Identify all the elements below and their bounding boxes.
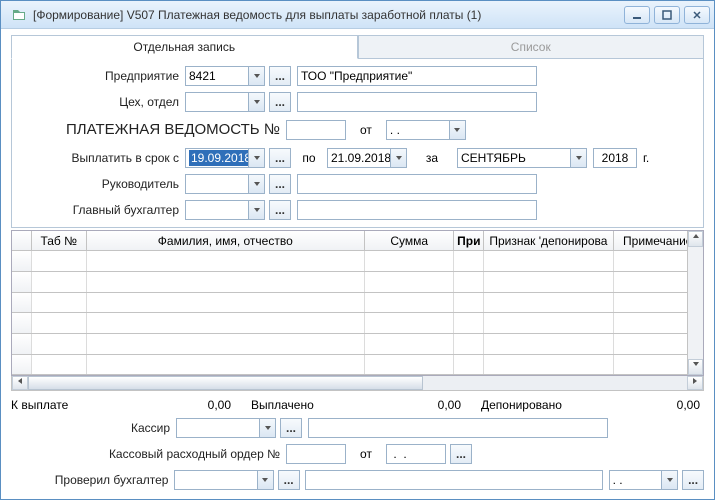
- date-from-picker[interactable]: 19.09.2018: [185, 148, 265, 168]
- month-combo[interactable]: СЕНТЯБРЬ: [457, 148, 587, 168]
- checked-name-input[interactable]: [305, 470, 602, 490]
- col-pri[interactable]: При: [454, 231, 484, 251]
- table-row[interactable]: [12, 293, 703, 314]
- checked-date-picker[interactable]: . .: [609, 470, 679, 490]
- label-deposited: Депонировано: [461, 398, 571, 412]
- close-button[interactable]: [684, 6, 710, 24]
- manager-code-combo[interactable]: [185, 174, 265, 194]
- enterprise-lookup-button[interactable]: ...: [269, 66, 291, 86]
- label-dept: Цех, отдел: [20, 95, 185, 109]
- window-buttons: [624, 6, 710, 24]
- maximize-button[interactable]: [654, 6, 680, 24]
- chevron-down-icon: [449, 121, 465, 139]
- content-area: Отдельная запись Список Предприятие 8421…: [1, 29, 714, 499]
- value-paid: 0,00: [321, 398, 461, 412]
- dept-lookup-button[interactable]: ...: [269, 92, 291, 112]
- label-paid: Выплачено: [231, 398, 321, 412]
- label-checked: Проверил бухгалтер: [11, 473, 174, 487]
- value-to-pay: 0,00: [91, 398, 231, 412]
- label-manager: Руководитель: [20, 177, 185, 191]
- chief-name-input[interactable]: [297, 200, 537, 220]
- checked-code-combo[interactable]: [174, 470, 273, 490]
- chevron-down-icon: [257, 471, 273, 489]
- chevron-down-icon: [248, 175, 264, 193]
- data-grid[interactable]: Таб № Фамилия, имя, отчество Сумма При П…: [11, 230, 704, 376]
- label-cashier: Кассир: [11, 421, 176, 435]
- chevron-down-icon: [661, 471, 677, 489]
- label-to-pay: К выплате: [11, 398, 91, 412]
- chevron-down-icon: [248, 67, 264, 85]
- scroll-right-button[interactable]: [687, 376, 703, 390]
- label-for: за: [407, 151, 457, 165]
- label-from-date: от: [346, 123, 386, 137]
- col-fio[interactable]: Фамилия, имя, отчество: [87, 231, 365, 251]
- vertical-scrollbar[interactable]: [687, 231, 703, 375]
- chevron-down-icon: [248, 149, 264, 167]
- minimize-button[interactable]: [624, 6, 650, 24]
- table-row[interactable]: [12, 251, 703, 272]
- tab-list[interactable]: Список: [358, 35, 705, 59]
- order-no-input[interactable]: [286, 444, 346, 464]
- chevron-down-icon: [570, 149, 586, 167]
- scroll-left-button[interactable]: [12, 376, 28, 390]
- label-enterprise: Предприятие: [20, 69, 185, 83]
- manager-lookup-button[interactable]: ...: [269, 174, 291, 194]
- chevron-down-icon: [248, 201, 264, 219]
- order-date-input[interactable]: [386, 444, 446, 464]
- horizontal-scrollbar[interactable]: [11, 376, 704, 391]
- bottom-area: Кассир ... Кассовый расходный ордер № от…: [11, 417, 704, 491]
- enterprise-code-combo[interactable]: 8421: [185, 66, 265, 86]
- table-row[interactable]: [12, 334, 703, 355]
- year-input[interactable]: [593, 148, 637, 168]
- chevron-down-icon: [259, 419, 275, 437]
- window-title: [Формирование] V507 Платежная ведомость …: [33, 8, 624, 22]
- col-tab-no[interactable]: Таб №: [32, 231, 87, 251]
- manager-name-input[interactable]: [297, 174, 537, 194]
- tab-bar: Отдельная запись Список: [11, 35, 704, 59]
- document-heading: ПЛАТЕЖНАЯ ВЕДОМОСТЬ №: [66, 121, 280, 138]
- cashier-name-input[interactable]: [308, 418, 608, 438]
- scroll-up-button[interactable]: [688, 231, 703, 247]
- label-order-from: от: [346, 447, 386, 461]
- order-lookup-button[interactable]: ...: [450, 444, 472, 464]
- table-row[interactable]: [12, 313, 703, 334]
- col-dep[interactable]: Признак 'депонирова: [484, 231, 613, 251]
- table-row[interactable]: [12, 272, 703, 293]
- grid-corner: [12, 231, 32, 251]
- chief-code-combo[interactable]: [185, 200, 265, 220]
- table-row[interactable]: [12, 355, 703, 376]
- form-area: Предприятие 8421 ... Цех, отдел ...: [11, 59, 704, 228]
- cashier-code-combo[interactable]: [176, 418, 276, 438]
- titlebar: [Формирование] V507 Платежная ведомость …: [1, 1, 714, 29]
- dept-name-input[interactable]: [297, 92, 537, 112]
- checked-date-lookup-button[interactable]: ...: [682, 470, 704, 490]
- summary-row: К выплате 0,00 Выплачено 0,00 Депонирова…: [11, 395, 704, 415]
- label-cash-order: Кассовый расходный ордер №: [11, 447, 286, 461]
- chevron-down-icon: [390, 149, 406, 167]
- label-year-suffix: г.: [637, 151, 649, 165]
- app-icon: [11, 7, 27, 23]
- scroll-down-button[interactable]: [688, 359, 703, 375]
- tab-single-record[interactable]: Отдельная запись: [11, 35, 358, 59]
- value-deposited: 0,00: [571, 398, 704, 412]
- app-window: [Формирование] V507 Платежная ведомость …: [0, 0, 715, 500]
- grid-header: Таб № Фамилия, имя, отчество Сумма При П…: [12, 231, 703, 252]
- chevron-down-icon: [248, 93, 264, 111]
- enterprise-name-input[interactable]: [297, 66, 537, 86]
- checked-lookup-button[interactable]: ...: [278, 470, 300, 490]
- doc-date-picker[interactable]: . .: [386, 120, 466, 140]
- scroll-thumb[interactable]: [28, 376, 423, 390]
- label-to: по: [291, 151, 327, 165]
- date-from-lookup-button[interactable]: ...: [269, 148, 291, 168]
- date-to-picker[interactable]: 21.09.2018: [327, 148, 407, 168]
- chief-lookup-button[interactable]: ...: [269, 200, 291, 220]
- dept-code-combo[interactable]: [185, 92, 265, 112]
- label-chief-accountant: Главный бухгалтер: [20, 203, 185, 217]
- cashier-lookup-button[interactable]: ...: [280, 418, 302, 438]
- col-sum[interactable]: Сумма: [365, 231, 454, 251]
- scroll-track[interactable]: [28, 376, 687, 390]
- doc-number-input[interactable]: [286, 120, 346, 140]
- label-pay-by: Выплатить в срок с: [20, 151, 185, 165]
